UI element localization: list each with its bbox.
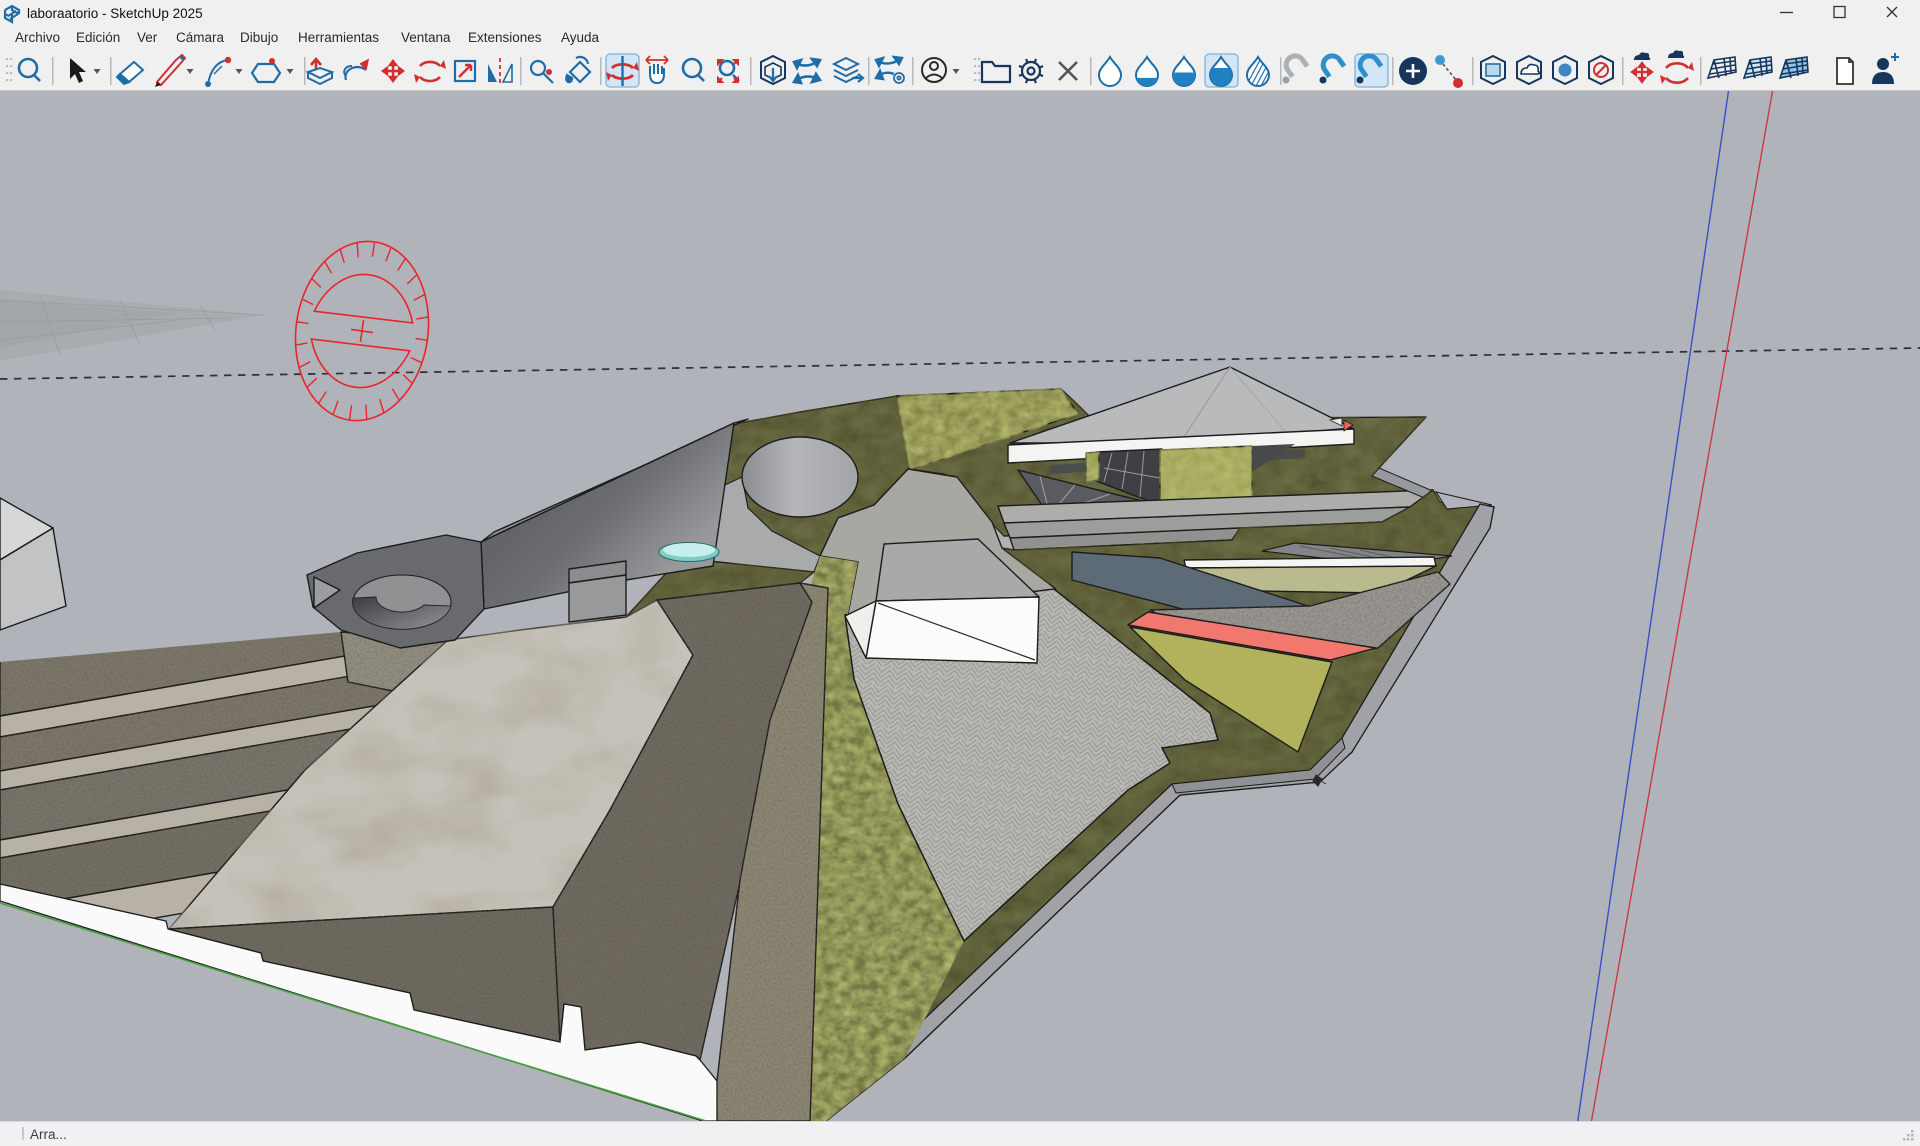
svg-text:Arra...: Arra... [30,1127,67,1142]
svg-text:Dibujo: Dibujo [240,30,278,45]
svg-text:Cámara: Cámara [176,30,225,45]
svg-text:Ver: Ver [137,30,158,45]
svg-text:Herramientas: Herramientas [298,30,379,45]
svg-text:Ayuda: Ayuda [561,30,600,45]
svg-text:Extensiones: Extensiones [468,30,542,45]
svg-text:Archivo: Archivo [15,30,60,45]
svg-text:laboraatorio - SketchUp 2025: laboraatorio - SketchUp 2025 [27,6,203,21]
svg-text:Edición: Edición [76,30,120,45]
svg-text:Ventana: Ventana [401,30,451,45]
